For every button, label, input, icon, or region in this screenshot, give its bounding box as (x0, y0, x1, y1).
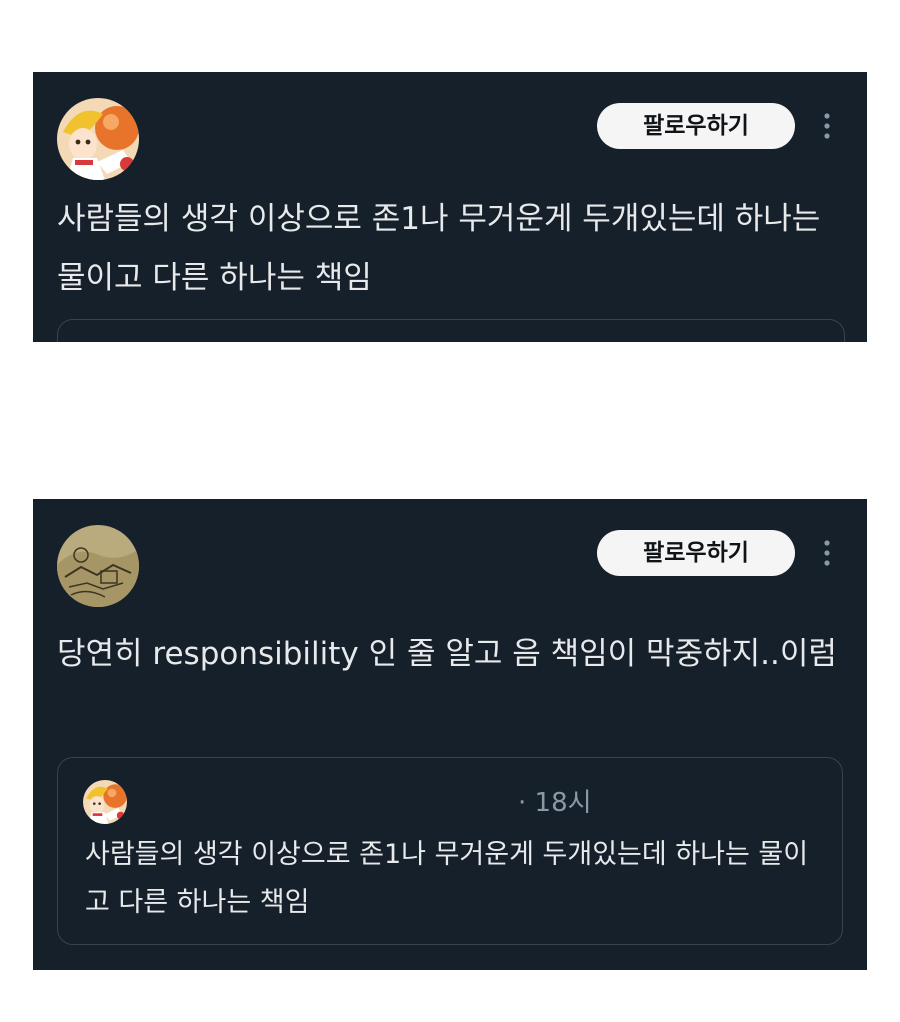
anime-character-avatar-icon (57, 98, 139, 180)
more-options-icon[interactable] (815, 109, 839, 143)
anime-character-avatar-icon (83, 780, 127, 824)
quoted-tweet[interactable]: · 18시 사람들의 생각 이상으로 존1나 무거운게 두개있는데 하나는 물이… (57, 757, 843, 945)
follow-button[interactable]: 팔로우하기 (597, 530, 795, 576)
user-avatar[interactable] (57, 98, 139, 180)
sketch-illustration-avatar-icon (57, 525, 139, 607)
follow-button[interactable]: 팔로우하기 (597, 103, 795, 149)
more-options-icon[interactable] (815, 536, 839, 570)
quoted-tweet-preview[interactable] (57, 319, 845, 342)
tweet-text: 사람들의 생각 이상으로 존1나 무거운게 두개있는데 하나는 물이고 다른 하… (57, 201, 821, 296)
quoted-tweet-timestamp: · 18시 (518, 788, 592, 818)
quoted-tweet-text: 사람들의 생각 이상으로 존1나 무거운게 두개있는데 하나는 물이고 다른 하… (85, 839, 809, 918)
tweet-card: 팔로우하기 사람들의 생각 이상으로 존1나 무거운게 두개있는데 하나는 물이… (33, 72, 867, 342)
user-avatar[interactable] (57, 525, 139, 607)
quoted-user-avatar (83, 780, 127, 824)
tweet-card: 팔로우하기 당연히 responsibility 인 줄 알고 음 책임이 막중… (33, 499, 867, 970)
tweet-text: 당연히 responsibility 인 줄 알고 음 책임이 막중하지..이럼 (57, 636, 837, 672)
